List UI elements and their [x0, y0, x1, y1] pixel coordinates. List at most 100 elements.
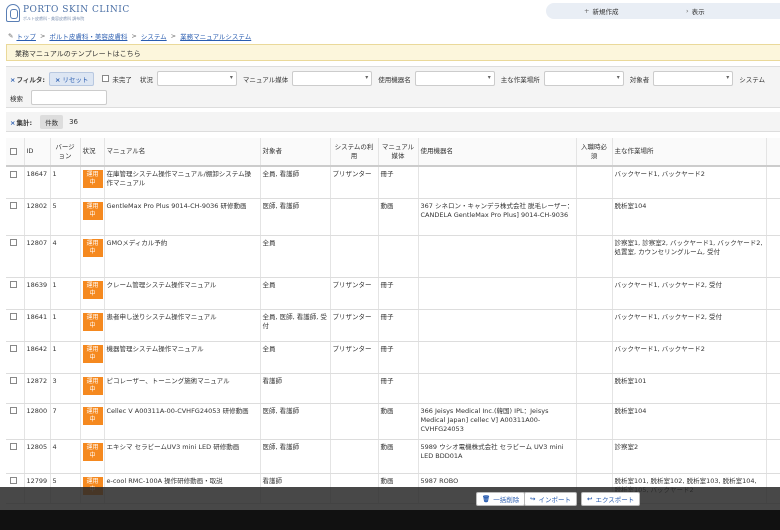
trash-icon: 🗑: [482, 495, 491, 503]
col-required[interactable]: 入職時必須: [576, 138, 613, 167]
import-label: インポート: [538, 496, 571, 504]
import-button[interactable]: ↪ インポート: [524, 492, 577, 506]
row-status: 運用中: [80, 341, 105, 374]
breadcrumb-system[interactable]: システム: [141, 31, 167, 41]
collapse-icon[interactable]: ×: [10, 119, 15, 127]
status-badge: 運用中: [82, 280, 103, 299]
row-required: [576, 309, 613, 342]
clinic-logo[interactable]: PORTO SKIN CLINIC ポルト皮膚科・美容皮膚科 調布院: [6, 4, 130, 22]
workplace-filter-select[interactable]: [543, 71, 624, 86]
row-checkbox[interactable]: [9, 170, 17, 178]
row-workplace: 脱析室104: [612, 403, 767, 440]
equipment-filter-select[interactable]: [414, 71, 495, 86]
row-id: 18647: [24, 166, 51, 199]
row-workplace: バックヤード1, バックヤード2, 受付: [612, 309, 767, 342]
row-manual-name: Cellec V A00311A-00-CVHFG24053 研修動画: [104, 403, 261, 440]
target-filter-select[interactable]: [653, 71, 734, 86]
col-target[interactable]: 対象者: [260, 138, 331, 167]
breadcrumb-manual-system[interactable]: 業務マニュアルシステム: [180, 31, 251, 41]
row-checkbox[interactable]: [9, 239, 17, 246]
manual-table: ID バージョン 状況 マニュアル名 対象者 システムの利用 マニュアル媒体 使…: [6, 138, 780, 504]
status-filter-select[interactable]: [156, 71, 237, 86]
row-medium: 動画: [378, 198, 419, 236]
table-row[interactable]: 12807 4 運用中 GMOメディカル予約 全員 診察室1, 診察室2, バックヤード1…: [6, 235, 780, 278]
row-select-cell: [6, 341, 25, 374]
breadcrumb-top[interactable]: トップ: [16, 31, 36, 41]
page: PORTO SKIN CLINIC ポルト皮膚科・美容皮膚科 調布院 + 新規作…: [0, 0, 780, 530]
breadcrumb-separator: >: [170, 32, 177, 40]
table-row[interactable]: 18647 1 運用中 在庫管理システム操作マニュアル/棚卸システム操作マニュアル 全員…: [6, 166, 780, 199]
row-checkbox[interactable]: [9, 313, 17, 320]
export-label: エクスポート: [595, 496, 635, 504]
row-checkbox[interactable]: [9, 281, 17, 288]
export-button[interactable]: ↩ エクスポート: [581, 492, 641, 506]
table-row[interactable]: 12805 4 運用中 エキシマ セラビームUV3 mini LED 研修動画 医師, …: [6, 439, 780, 474]
row-workplace: バックヤード1, バックヤード2: [612, 166, 767, 199]
target-filter-label: 対象者: [629, 75, 650, 84]
table-row[interactable]: 18639 1 運用中 クレーム管理システム操作マニュアル 全員 プリザンター 冊子 バックヤ…: [6, 277, 780, 310]
row-manual-name: エキシマ セラビームUV3 mini LED 研修動画: [104, 439, 261, 474]
row-workplace: バックヤード1, バックヤード2, 受付: [612, 277, 767, 310]
new-button-label: 新規作成: [592, 8, 619, 16]
table-row[interactable]: 12800 7 運用中 Cellec V A00311A-00-CVHFG24053 …: [6, 403, 780, 440]
row-required: [576, 166, 613, 199]
row-target: 看護師: [260, 373, 331, 404]
row-select-cell: [6, 235, 25, 278]
row-medium: 冊子: [378, 277, 419, 310]
col-workplace[interactable]: 主な作業場所: [612, 138, 767, 167]
row-checkbox[interactable]: [9, 202, 17, 209]
status-filter-label: 状況: [139, 75, 153, 84]
breadcrumb-clinic[interactable]: ポルト皮膚科・美容皮膚科: [49, 31, 127, 41]
table-row[interactable]: 18641 1 運用中 患者申し送りシステム操作マニュアル 全員, 医師, 看護師, 受…: [6, 309, 780, 342]
col-system-use[interactable]: システムの利用: [330, 138, 379, 167]
table-row[interactable]: 12872 3 運用中 ピコレーザー、トーニング施術マニュアル 看護師 冊子 脱析室101: [6, 373, 780, 404]
aggregate-bar: ×集計: 件数 36: [6, 112, 780, 132]
row-manual-name: 機器管理システム操作マニュアル: [104, 341, 261, 374]
col-id[interactable]: ID: [24, 138, 51, 167]
row-system-use: [330, 439, 379, 474]
table-row[interactable]: 18642 1 運用中 機器管理システム操作マニュアル 全員 プリザンター 冊子 バックヤード…: [6, 341, 780, 374]
col-equipment[interactable]: 使用機器名: [418, 138, 577, 167]
row-version: 7: [50, 403, 81, 440]
row-manual-name: 患者申し送りシステム操作マニュアル: [104, 309, 261, 342]
medium-filter-select[interactable]: [292, 71, 373, 86]
bulk-delete-button[interactable]: 🗑 一括削除: [476, 492, 526, 506]
row-equipment: [418, 373, 577, 404]
select-all-checkbox[interactable]: [9, 147, 17, 155]
row-checkbox[interactable]: [9, 443, 17, 450]
row-overflow: [766, 235, 780, 278]
select-all-header[interactable]: [6, 138, 25, 167]
row-equipment: [418, 277, 577, 310]
row-select-cell: [6, 403, 25, 440]
search-input[interactable]: [31, 90, 107, 105]
row-checkbox[interactable]: [9, 377, 17, 384]
row-version: 5: [50, 198, 81, 236]
row-medium: [378, 235, 419, 278]
row-target: 全員, 看護師: [260, 166, 331, 199]
reset-button[interactable]: × リセット: [48, 71, 95, 86]
row-target: 全員: [260, 341, 331, 374]
row-version: 1: [50, 309, 81, 342]
new-button[interactable]: + 新規作成: [584, 6, 618, 16]
row-workplace: 脱析室104: [612, 198, 767, 236]
row-status: 運用中: [80, 439, 105, 474]
row-id: 12807: [24, 235, 51, 278]
row-select-cell: [6, 373, 25, 404]
row-status: 運用中: [80, 403, 105, 440]
collapse-icon[interactable]: ×: [10, 76, 15, 84]
incomplete-checkbox[interactable]: [102, 75, 110, 82]
col-manual-name[interactable]: マニュアル名: [104, 138, 261, 167]
logo-title: PORTO SKIN CLINIC: [23, 4, 130, 15]
row-id: 18639: [24, 277, 51, 310]
col-medium[interactable]: マニュアル媒体: [378, 138, 419, 167]
col-version[interactable]: バージョン: [50, 138, 81, 167]
row-checkbox[interactable]: [9, 477, 17, 484]
col-status[interactable]: 状況: [80, 138, 105, 167]
template-notice[interactable]: 業務マニュアルのテンプレートはこちら: [6, 44, 780, 61]
view-menu-button[interactable]: › 表示: [686, 6, 705, 16]
row-checkbox[interactable]: [9, 345, 17, 352]
table-row[interactable]: 12802 5 運用中 GentleMax Pro Plus 9014-CH-9036…: [6, 198, 780, 236]
row-checkbox[interactable]: [9, 407, 17, 414]
row-overflow: [766, 439, 780, 474]
logo-icon: [6, 4, 20, 22]
